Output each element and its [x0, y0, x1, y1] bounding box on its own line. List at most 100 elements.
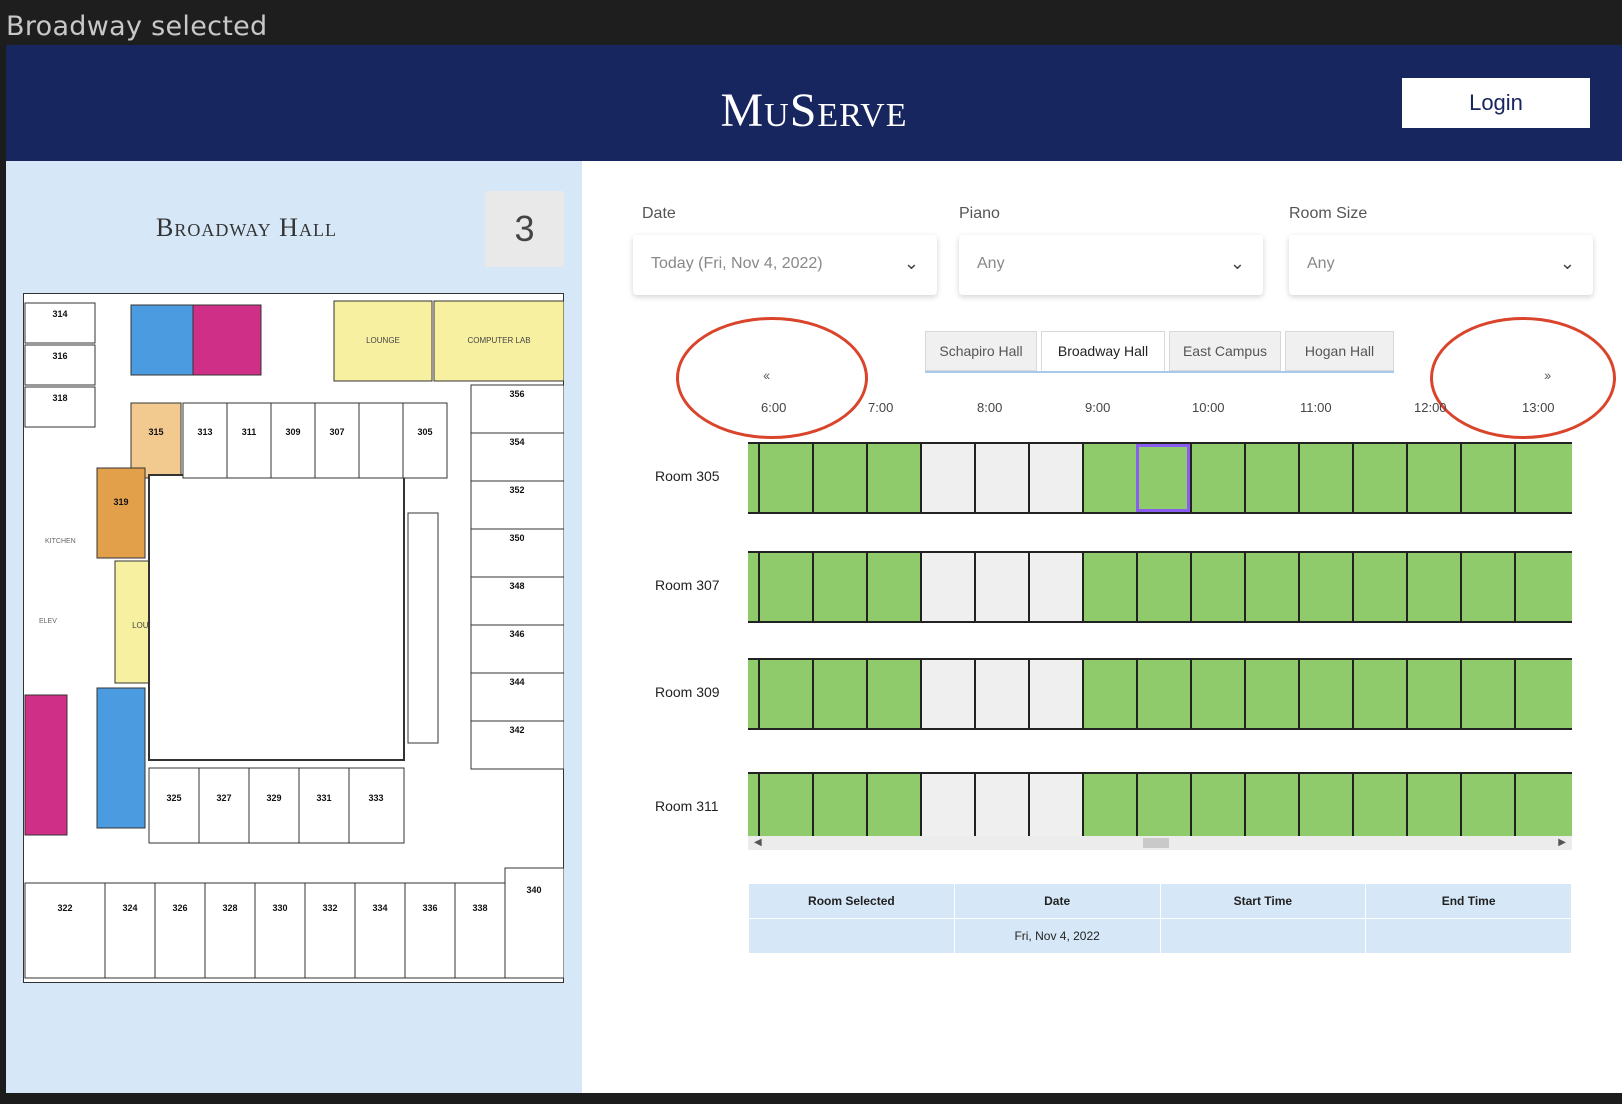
time-slot-available[interactable]	[1460, 444, 1514, 512]
map-room-number: 309	[285, 427, 300, 437]
time-slot-available[interactable]	[866, 553, 920, 621]
date-label: Date	[642, 205, 676, 222]
map-room-number: 333	[368, 793, 383, 803]
tab-broadway-hall[interactable]: Broadway Hall	[1041, 331, 1165, 371]
room-row	[748, 658, 1572, 730]
time-slot-available[interactable]	[812, 774, 866, 842]
room-size-dropdown[interactable]: Any ⌄	[1289, 235, 1593, 295]
time-slot-selected[interactable]	[1136, 444, 1190, 512]
time-slot-available[interactable]	[1190, 553, 1244, 621]
annotation-circle-left	[676, 317, 868, 439]
time-slot-available[interactable]	[1136, 774, 1190, 842]
map-room-number: 344	[509, 677, 524, 687]
time-slot-available[interactable]	[1082, 444, 1136, 512]
time-slot-available[interactable]	[866, 444, 920, 512]
time-slot-available[interactable]	[1136, 660, 1190, 728]
time-slot-booked[interactable]	[1028, 660, 1082, 728]
time-slot-available[interactable]	[1352, 660, 1406, 728]
time-slot-booked[interactable]	[920, 444, 974, 512]
time-slot-available[interactable]	[758, 553, 812, 621]
start-time-cell	[1159, 918, 1367, 954]
scrollbar-thumb[interactable]	[1143, 838, 1169, 848]
time-label: 10:00	[1192, 400, 1225, 415]
window-titlebar: Broadway selected	[0, 0, 1622, 45]
time-slot-available[interactable]	[1244, 774, 1298, 842]
tab-schapiro-hall[interactable]: Schapiro Hall	[925, 331, 1037, 371]
time-slot-available[interactable]	[866, 774, 920, 842]
time-slot-available[interactable]	[1352, 444, 1406, 512]
time-slot-booked[interactable]	[1028, 553, 1082, 621]
floor-number[interactable]: 3	[485, 191, 564, 267]
piano-dropdown[interactable]: Any ⌄	[959, 235, 1263, 295]
time-slot-available[interactable]	[1514, 774, 1568, 842]
time-slot-available[interactable]	[1460, 774, 1514, 842]
chevron-down-icon: ⌄	[903, 253, 919, 273]
map-room-number: 350	[509, 533, 524, 543]
horizontal-scrollbar[interactable]: ◀ ▶	[748, 836, 1572, 850]
time-slot-booked[interactable]	[1028, 444, 1082, 512]
time-slot-available[interactable]	[1406, 660, 1460, 728]
time-slot-available[interactable]	[1460, 553, 1514, 621]
time-slot-available[interactable]	[1352, 553, 1406, 621]
time-slot-available[interactable]	[758, 660, 812, 728]
end-time-cell	[1365, 918, 1572, 954]
floor-plan-map[interactable]: LOUNGE COMPUTER LAB LOUNGE	[23, 293, 564, 983]
time-slot-booked[interactable]	[974, 553, 1028, 621]
time-slot-available[interactable]	[1298, 444, 1352, 512]
time-slot-available[interactable]	[1298, 774, 1352, 842]
time-slot-available[interactable]	[758, 774, 812, 842]
time-slot-booked[interactable]	[920, 660, 974, 728]
time-slot-available[interactable]	[1514, 553, 1568, 621]
time-slot-booked[interactable]	[920, 774, 974, 842]
time-label: 7:00	[868, 400, 894, 415]
map-room-number: 327	[216, 793, 231, 803]
scroll-left-icon[interactable]: ◀	[754, 836, 762, 850]
time-slot-available[interactable]	[1514, 660, 1568, 728]
time-slot-available[interactable]	[1406, 553, 1460, 621]
time-slot-available[interactable]	[1082, 553, 1136, 621]
time-slot-available[interactable]	[1190, 660, 1244, 728]
time-slot-available[interactable]	[1082, 660, 1136, 728]
piano-label: Piano	[959, 205, 1000, 222]
map-room-number: 315	[148, 427, 163, 437]
time-slot-available[interactable]	[1406, 444, 1460, 512]
time-slot-available[interactable]	[812, 553, 866, 621]
scroll-right-icon[interactable]: ▶	[1558, 836, 1566, 850]
time-slot-available[interactable]	[1190, 774, 1244, 842]
time-slot-available[interactable]	[1136, 553, 1190, 621]
time-slot-booked[interactable]	[974, 444, 1028, 512]
time-slot-available[interactable]	[1244, 553, 1298, 621]
time-slot-available[interactable]	[1298, 553, 1352, 621]
time-slot-booked[interactable]	[1028, 774, 1082, 842]
tab-east-campus[interactable]: East Campus	[1169, 331, 1281, 371]
time-slot-available[interactable]	[1298, 660, 1352, 728]
hall-title: Broadway Hall	[156, 213, 337, 242]
time-slot-available[interactable]	[1514, 444, 1568, 512]
time-slot-available[interactable]	[1352, 774, 1406, 842]
brand-logo: MuServe	[720, 84, 908, 137]
time-slot-available[interactable]	[866, 660, 920, 728]
login-button[interactable]: Login	[1402, 78, 1590, 128]
time-slot-available[interactable]	[1244, 444, 1298, 512]
room-size-label: Room Size	[1289, 205, 1368, 222]
time-slot-available[interactable]	[1406, 774, 1460, 842]
time-slot-available[interactable]	[812, 444, 866, 512]
map-room-number: 313	[197, 427, 212, 437]
time-slot-booked[interactable]	[920, 553, 974, 621]
time-slot-available[interactable]	[1244, 660, 1298, 728]
room-row	[748, 551, 1572, 623]
time-slot-available[interactable]	[1190, 444, 1244, 512]
time-slot-available[interactable]	[1460, 660, 1514, 728]
time-slot-available[interactable]	[758, 444, 812, 512]
date-dropdown[interactable]: Today (Fri, Nov 4, 2022) ⌄	[633, 235, 937, 295]
column-header: Room Selected	[748, 883, 955, 919]
map-room-number: 324	[122, 903, 137, 913]
floorplan-panel: Broadway Hall 3 LOUNGE COMPUTER LAB KITC…	[6, 161, 582, 1093]
time-slot-booked[interactable]	[974, 660, 1028, 728]
time-slot-booked[interactable]	[974, 774, 1028, 842]
tab-hogan-hall[interactable]: Hogan Hall	[1285, 331, 1394, 371]
map-room-number: 316	[52, 351, 67, 361]
time-slot-available[interactable]	[1082, 774, 1136, 842]
time-slot-available[interactable]	[812, 660, 866, 728]
time-label: 12:00	[1414, 400, 1447, 415]
